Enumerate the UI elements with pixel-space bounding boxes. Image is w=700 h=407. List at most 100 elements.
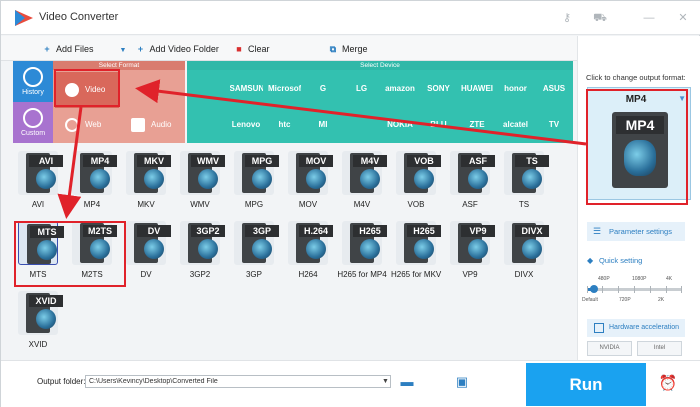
format-tile-avi[interactable]: AVI AVI <box>13 146 63 214</box>
device-alcatel[interactable]: alcatel <box>499 108 532 142</box>
format-icon: VP9 <box>458 223 495 263</box>
hardware-acceleration-label: Hardware acceleration <box>609 324 680 331</box>
parameter-settings-button[interactable]: ☰ Parameter settings <box>587 222 685 241</box>
format-tile-divx[interactable]: DIVX DIVX <box>499 216 549 284</box>
hardware-acceleration-button[interactable]: Hardware acceleration <box>587 319 685 337</box>
merge-icon: ⧉ <box>329 44 337 54</box>
web-label: Web <box>85 120 102 129</box>
device-microsoft[interactable]: Microsoft <box>268 72 301 106</box>
device-lg[interactable]: LG <box>345 72 378 106</box>
app-logo-icon <box>15 10 33 26</box>
cart-icon[interactable]: ⛟ <box>592 10 608 26</box>
format-tile-mpg[interactable]: MPG MPG <box>229 146 279 214</box>
format-tile-mp4[interactable]: MP4 MP4 <box>67 146 117 214</box>
close-button[interactable]: ✕ <box>675 10 691 26</box>
device-zte[interactable]: ZTE <box>461 108 494 142</box>
format-caption: MP4 <box>83 200 101 209</box>
device-huawei[interactable]: HUAWEI <box>461 72 494 106</box>
format-badge: MP4 <box>83 155 117 167</box>
format-badge: AVI <box>29 155 63 167</box>
device-lenovo[interactable]: Lenovo <box>230 108 263 142</box>
format-badge: DIVX <box>515 225 549 237</box>
left-tabs: History Custom <box>13 61 53 143</box>
format-tile-wmv[interactable]: WMV WMV <box>175 146 225 214</box>
run-button[interactable]: Run <box>526 363 646 406</box>
format-art <box>90 169 110 189</box>
device-asus[interactable]: ASUS <box>538 72 571 106</box>
format-art <box>414 239 434 259</box>
device-nokia[interactable]: NOKIA <box>384 108 417 142</box>
format-icon: H265 <box>350 223 387 263</box>
format-tile-h264[interactable]: H.264 H264 <box>283 216 333 284</box>
format-tile-vob[interactable]: VOB VOB <box>391 146 441 214</box>
nvidia-chip[interactable]: NVIDIA <box>587 341 632 356</box>
device-blu[interactable]: BLU <box>422 108 455 142</box>
format-icon: MPG <box>242 153 279 193</box>
device-honor[interactable]: honor <box>499 72 532 106</box>
history-tab[interactable]: History <box>13 61 53 102</box>
device-mi[interactable]: MI <box>307 108 340 142</box>
format-icon: M4V <box>350 153 387 193</box>
format-tile-ts[interactable]: TS TS <box>499 146 549 214</box>
format-caption: M4V <box>353 200 371 209</box>
device-sony[interactable]: SONY <box>422 72 455 106</box>
device-amazon[interactable]: amazon <box>384 72 417 106</box>
open-folder-icon[interactable]: ▣ <box>453 373 471 391</box>
video-highlight-box <box>54 69 120 107</box>
device-icon-4[interactable] <box>345 108 378 142</box>
format-tile-mov[interactable]: MOV MOV <box>283 146 333 214</box>
quality-slider[interactable] <box>587 285 682 293</box>
format-tile-asf[interactable]: ASF ASF <box>445 146 495 214</box>
clear-button[interactable]: ■ Clear <box>233 42 269 56</box>
custom-label: Custom <box>20 130 46 137</box>
web-category[interactable]: Web <box>55 107 119 143</box>
format-tile-3gp2[interactable]: 3GP2 3GP2 <box>175 216 225 284</box>
intel-chip[interactable]: Intel <box>637 341 682 356</box>
format-tile-h265-for-mkv[interactable]: H265 H265 for MKV <box>391 216 441 284</box>
format-badge: 3GP2 <box>191 225 225 237</box>
format-caption: DV <box>140 270 152 279</box>
format-tile-m4v[interactable]: M4V M4V <box>337 146 387 214</box>
slider-tick <box>587 286 588 293</box>
title-bar: Video Converter ⚷ ⛟ — ✕ <box>1 1 700 35</box>
quality-1080p-label: 1080P <box>632 276 647 282</box>
browse-folder-icon[interactable]: ▬ <box>398 373 416 391</box>
format-art <box>198 169 218 189</box>
add-files-button[interactable]: + Add Files <box>41 42 93 56</box>
format-icon-box: 3GP2 <box>180 221 225 265</box>
device-icon-0[interactable] <box>191 72 224 106</box>
bottom-bar: Output folder: ▼ ▬ ▣ Run ⏰ <box>1 360 700 407</box>
quality-slider-handle[interactable] <box>590 285 598 293</box>
key-icon[interactable]: ⚷ <box>559 10 575 26</box>
format-caption: TS <box>518 200 530 209</box>
format-tile-3gp[interactable]: 3GP 3GP <box>229 216 279 284</box>
device-samsung[interactable]: SAMSUNG <box>230 72 263 106</box>
format-caption: DIVX <box>514 270 534 279</box>
device-icon-0[interactable] <box>191 108 224 142</box>
device-g[interactable]: G <box>307 72 340 106</box>
add-video-folder-button[interactable]: ▼ + Add Video Folder <box>117 42 219 56</box>
device-htc[interactable]: htc <box>268 108 301 142</box>
history-label: History <box>22 89 44 96</box>
section-headers: Select Format Select Device <box>53 61 573 70</box>
merge-button[interactable]: ⧉ Merge <box>327 42 368 56</box>
format-icon: DV <box>134 223 171 263</box>
output-folder-input[interactable] <box>85 375 391 388</box>
audio-category[interactable]: Audio <box>121 107 185 143</box>
alarm-clock-icon[interactable]: ⏰ <box>657 373 679 395</box>
slider-tick <box>618 286 619 293</box>
format-tile-vp9[interactable]: VP9 VP9 <box>445 216 495 284</box>
format-tile-mkv[interactable]: MKV MKV <box>121 146 171 214</box>
format-tile-dv[interactable]: DV DV <box>121 216 171 284</box>
format-tile-xvid[interactable]: XVID XVID <box>13 286 63 354</box>
format-badge: TS <box>515 155 549 167</box>
device-tv[interactable]: TV <box>538 108 571 142</box>
person-icon <box>23 108 43 128</box>
merge-label: Merge <box>342 44 368 54</box>
format-tile-h265-for-mp4[interactable]: H265 H265 for MP4 <box>337 216 387 284</box>
custom-tab[interactable]: Custom <box>13 102 53 143</box>
format-badge: VOB <box>407 155 441 167</box>
output-folder-dropdown-icon[interactable]: ▼ <box>380 375 391 388</box>
minimize-button[interactable]: — <box>641 10 657 26</box>
format-badge: XVID <box>29 295 63 307</box>
